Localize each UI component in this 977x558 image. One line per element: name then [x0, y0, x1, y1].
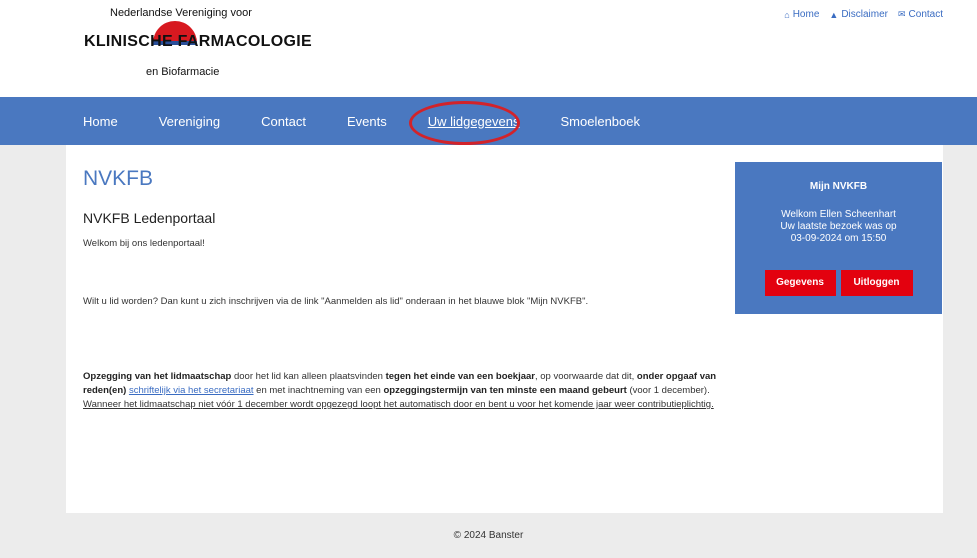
main-content: NVKFB NVKFB Ledenportaal Welkom bij ons …	[66, 145, 943, 513]
warning-icon: ▲	[829, 9, 839, 20]
logo-main-text[interactable]: KLINISCHE FARMACOLOGIE	[84, 33, 312, 51]
logo-line-3: en Biofarmacie	[146, 66, 220, 78]
home-icon: ⌂	[784, 9, 790, 20]
mail-icon: ✉	[897, 9, 906, 19]
site-header: Nederlandse Vereniging voor KLINISCHE FA…	[0, 0, 977, 97]
logo-line-1: Nederlandse Vereniging voor	[110, 7, 252, 19]
nav-item-home[interactable]: Home	[83, 114, 118, 129]
toplink-contact[interactable]: ✉ Contact	[898, 9, 943, 20]
sidebox-date: 03-09-2024 om 15:50	[790, 233, 887, 244]
sidebox-last-visit: Uw laatste bezoek was op	[780, 221, 897, 232]
page-title: NVKFB	[83, 167, 154, 190]
mijn-nvkfb-box: Mijn NVKFB Welkom Ellen Scheenhart Uw la…	[735, 162, 942, 314]
toplink-disclaimer[interactable]: ▲ Disclaimer	[829, 9, 888, 20]
sidebox-title: Mijn NVKFB	[809, 181, 868, 192]
cancellation-paragraph: Opzegging van het lidmaatschap door het …	[83, 371, 717, 410]
gegevens-button[interactable]: Gegevens	[764, 270, 836, 296]
uitloggen-button[interactable]: Uitloggen	[840, 270, 913, 296]
page-subtitle: NVKFB Ledenportaal	[83, 210, 216, 226]
nav-item-vereniging[interactable]: Vereniging	[159, 114, 220, 129]
sidebox-welcome: Welkom Ellen Scheenhart	[781, 209, 896, 220]
nav-item-events[interactable]: Events	[347, 114, 387, 129]
join-text: Wilt u lid worden? Dan kunt u zich insch…	[83, 296, 589, 307]
top-links: ⌂ Home ▲ Disclaimer ✉ Contact	[784, 9, 943, 20]
footer-copyright: © 2024 Banster	[453, 530, 524, 541]
toplink-home[interactable]: ⌂ Home	[784, 9, 819, 20]
nav-item-contact[interactable]: Contact	[261, 114, 306, 129]
nav-item-smoelenboek[interactable]: Smoelenboek	[560, 114, 640, 129]
nav-item-uw-lidgegevens[interactable]: Uw lidgegevens	[428, 114, 520, 129]
secretariaat-link[interactable]: schriftelijk via het secretariaat	[129, 385, 254, 396]
welcome-text: Welkom bij ons ledenportaal!	[83, 238, 205, 249]
main-nav: Home Vereniging Contact Events Uw lidgeg…	[0, 97, 977, 145]
